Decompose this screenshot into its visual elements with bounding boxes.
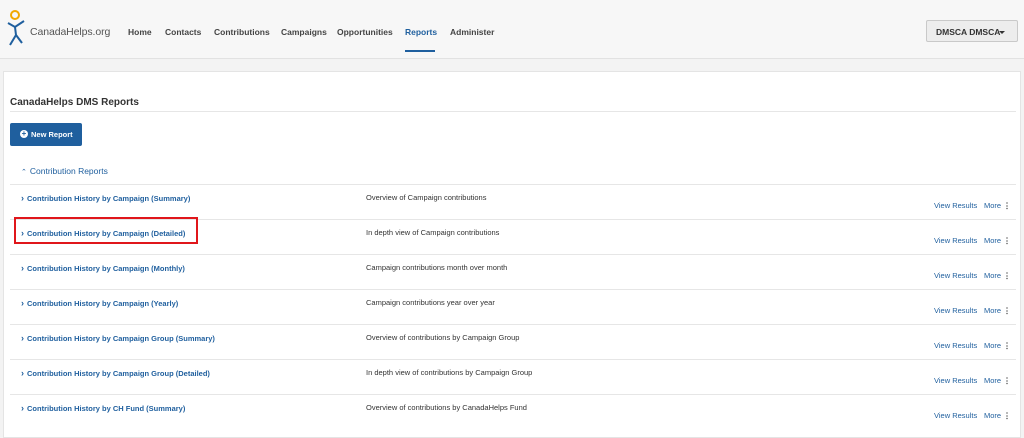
report-row: › Contribution History by Campaign (Month…	[10, 254, 1016, 290]
nav-home[interactable]: Home	[128, 27, 152, 37]
view-results-link[interactable]: View Results	[934, 236, 977, 245]
active-tab-indicator	[405, 50, 435, 52]
chevron-right-icon: ›	[21, 193, 24, 203]
caret-down-icon	[999, 31, 1005, 34]
report-link[interactable]: › Contribution History by Campaign (Summa…	[21, 193, 190, 203]
highlight-box	[14, 217, 198, 244]
more-menu[interactable]: More ⋮	[984, 411, 1011, 420]
kebab-icon: ⋮	[1003, 376, 1011, 385]
view-results-link[interactable]: View Results	[934, 411, 977, 420]
nav-campaigns[interactable]: Campaigns	[281, 27, 327, 37]
top-navbar: CanadaHelps.org Home Contacts Contributi…	[0, 0, 1024, 59]
chevron-right-icon: ›	[21, 333, 24, 343]
view-results-link[interactable]: View Results	[934, 376, 977, 385]
view-results-link[interactable]: View Results	[934, 306, 977, 315]
more-label: More	[984, 306, 1002, 315]
report-row: › Contribution History by Campaign (Yearl…	[10, 289, 1016, 325]
more-label: More	[984, 271, 1002, 280]
more-menu[interactable]: More ⋮	[984, 271, 1011, 280]
user-menu-label: DMSCA DMSCA	[936, 27, 1001, 37]
kebab-icon: ⋮	[1003, 201, 1011, 210]
report-link[interactable]: › Contribution History by Campaign (Month…	[21, 263, 185, 273]
report-description: Overview of contributions by CanadaHelps…	[366, 403, 527, 412]
kebab-icon: ⋮	[1003, 271, 1011, 280]
more-menu[interactable]: More ⋮	[984, 306, 1011, 315]
nav-contacts[interactable]: Contacts	[165, 27, 201, 37]
report-name: Contribution History by Campaign (Summar…	[27, 194, 191, 203]
more-label: More	[984, 236, 1002, 245]
user-menu-button[interactable]: DMSCA DMSCA	[926, 20, 1018, 42]
more-label: More	[984, 411, 1002, 420]
kebab-icon: ⋮	[1003, 306, 1011, 315]
chevron-right-icon: ›	[21, 263, 24, 273]
report-name: Contribution History by Campaign (Yearly…	[27, 299, 179, 308]
chevron-up-icon: ⌃	[21, 169, 27, 176]
logo-text: CanadaHelps.org	[30, 26, 111, 38]
kebab-icon: ⋮	[1003, 341, 1011, 350]
nav-administer[interactable]: Administer	[450, 27, 494, 37]
report-link[interactable]: › Contribution History by CH Fund (Summar…	[21, 403, 185, 413]
view-results-link[interactable]: View Results	[934, 201, 977, 210]
more-menu[interactable]: More ⋮	[984, 376, 1011, 385]
chevron-right-icon: ›	[21, 298, 24, 308]
nav-reports[interactable]: Reports	[405, 27, 437, 37]
report-row: › Contribution History by Campaign (Summa…	[10, 184, 1016, 220]
section-toggle-contribution-reports[interactable]: ⌃ Contribution Reports	[21, 166, 108, 176]
logo-figure-icon	[7, 10, 25, 46]
report-name: Contribution History by Campaign Group (…	[27, 334, 215, 343]
canadahelps-logo[interactable]: CanadaHelps.org	[6, 9, 110, 49]
report-description: Campaign contributions month over month	[366, 263, 508, 272]
chevron-right-icon: ›	[21, 368, 24, 378]
report-name: Contribution History by Campaign Group (…	[27, 369, 210, 378]
report-link[interactable]: › Contribution History by Campaign Group …	[21, 333, 215, 343]
kebab-icon: ⋮	[1003, 236, 1011, 245]
report-description: Campaign contributions year over year	[366, 298, 495, 307]
report-description: In depth view of Campaign contributions	[366, 228, 500, 237]
page-title: CanadaHelps DMS Reports	[10, 97, 139, 108]
plus-circle-icon: +	[20, 129, 28, 138]
report-description: Overview of Campaign contributions	[366, 193, 487, 202]
report-link[interactable]: › Contribution History by Campaign Group …	[21, 368, 210, 378]
report-link[interactable]: › Contribution History by Campaign (Yearl…	[21, 298, 178, 308]
report-row: › Contribution History by Campaign Group …	[10, 324, 1016, 360]
nav-opportunities[interactable]: Opportunities	[337, 27, 393, 37]
report-row: › Contribution History by CH Fund (Summar…	[10, 394, 1016, 430]
more-label: More	[984, 341, 1002, 350]
view-results-link[interactable]: View Results	[934, 341, 977, 350]
more-label: More	[984, 376, 1002, 385]
new-report-label: New Report	[31, 130, 73, 139]
more-menu[interactable]: More ⋮	[984, 236, 1011, 245]
report-row: › Contribution History by Campaign Group …	[10, 359, 1016, 395]
nav-contributions[interactable]: Contributions	[214, 27, 270, 37]
new-report-button[interactable]: + New Report	[10, 123, 82, 146]
chevron-right-icon: ›	[21, 403, 24, 413]
more-menu[interactable]: More ⋮	[984, 201, 1011, 210]
view-results-link[interactable]: View Results	[934, 271, 977, 280]
more-menu[interactable]: More ⋮	[984, 341, 1011, 350]
report-name: Contribution History by CH Fund (Summary…	[27, 404, 186, 413]
kebab-icon: ⋮	[1003, 411, 1011, 420]
section-label: Contribution Reports	[29, 166, 108, 176]
report-description: In depth view of contributions by Campai…	[366, 368, 533, 377]
report-name: Contribution History by Campaign (Monthl…	[27, 264, 185, 273]
more-label: More	[984, 201, 1002, 210]
title-divider	[10, 111, 1016, 112]
report-description: Overview of contributions by Campaign Gr…	[366, 333, 520, 342]
